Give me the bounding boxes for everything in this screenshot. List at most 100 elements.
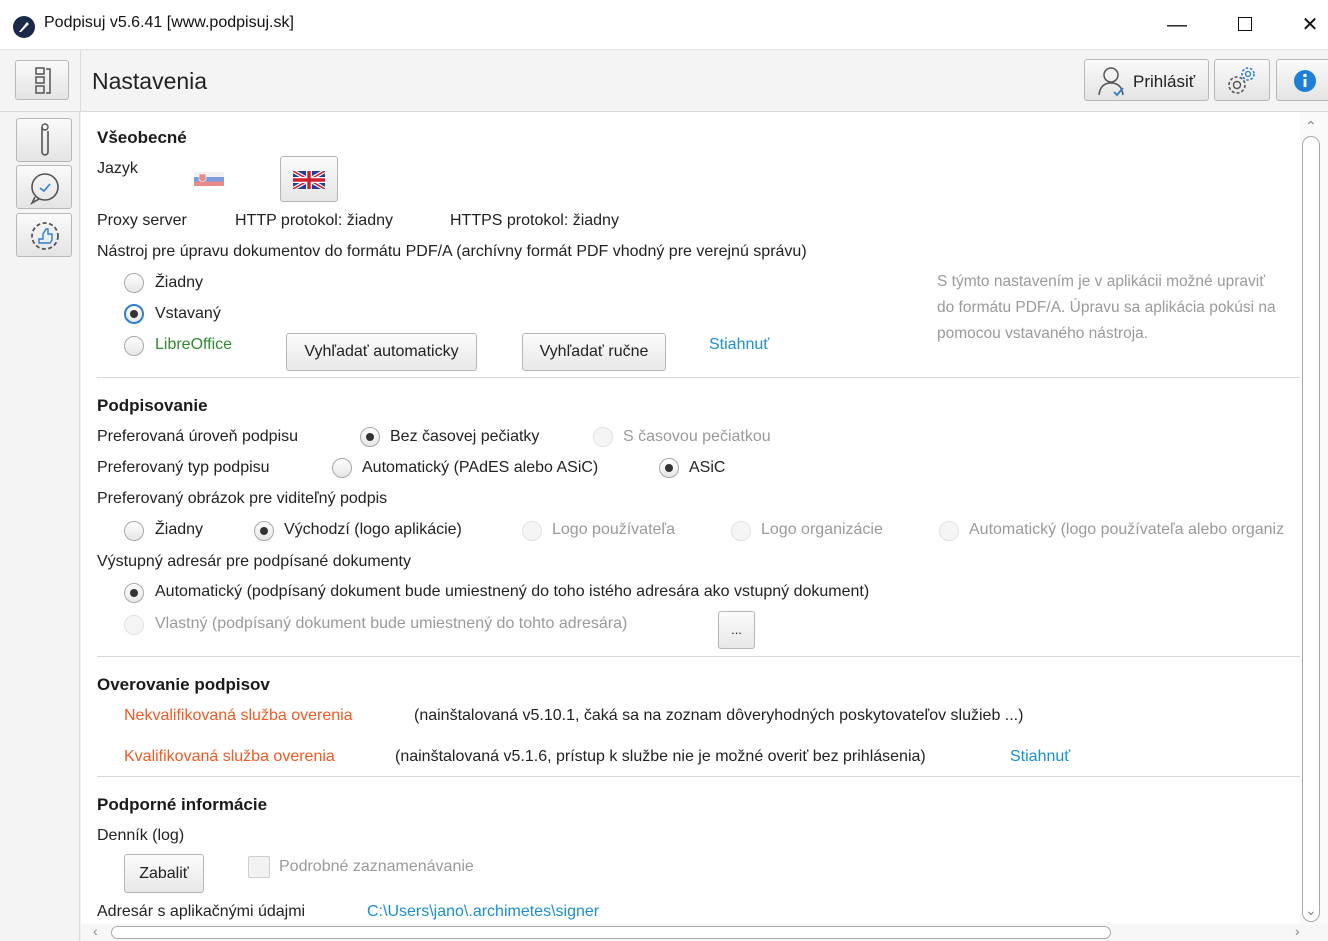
section-verification-heading: Overovanie podpisov bbox=[97, 675, 270, 694]
minimize-button[interactable]: — bbox=[1157, 10, 1197, 40]
info-icon bbox=[1294, 70, 1316, 92]
maximize-icon bbox=[1238, 17, 1252, 31]
image-auto-label: Automatický (logo používateľa alebo orga… bbox=[969, 521, 1285, 538]
settings-button[interactable] bbox=[1214, 59, 1270, 101]
maximize-button[interactable] bbox=[1225, 10, 1265, 40]
output-dir-label: Výstupný adresár pre podpísané dokumenty bbox=[97, 553, 411, 570]
scroll-left-icon[interactable]: ‹ bbox=[93, 923, 98, 939]
sidebar-toggle-button[interactable] bbox=[15, 60, 69, 100]
http-proxy-value: HTTP protokol: žiadny bbox=[235, 212, 393, 229]
language-label: Jazyk bbox=[97, 160, 138, 177]
close-button[interactable]: ✕ bbox=[1290, 10, 1328, 40]
image-none-label: Žiadny bbox=[155, 521, 204, 538]
title-bar: Podpisuj v5.6.41 [www.podpisuj.sk] — ✕ bbox=[0, 0, 1328, 50]
image-user-logo-label: Logo používateľa bbox=[552, 521, 675, 538]
sidebar-item-sign[interactable] bbox=[16, 118, 72, 162]
image-none-radio[interactable] bbox=[124, 521, 144, 541]
find-manually-button[interactable]: Vyhľadať ručne bbox=[522, 333, 666, 371]
output-custom-label: Vlastný (podpísaný dokument bude umiestn… bbox=[155, 615, 628, 632]
app-logo-icon bbox=[13, 16, 35, 38]
pdfa-none-label: Žiadny bbox=[155, 274, 204, 291]
log-label: Denník (log) bbox=[97, 827, 185, 844]
info-button[interactable] bbox=[1276, 59, 1328, 101]
pdfa-help-text: S týmto nastavením je v aplikácii možné … bbox=[937, 269, 1276, 347]
unqualified-service-name: Nekvalifikovaná služba overenia bbox=[124, 707, 353, 724]
level-timestamp-radio[interactable] bbox=[593, 427, 613, 447]
vertical-scroll-thumb[interactable] bbox=[1302, 136, 1320, 922]
pdfa-libreoffice-label: LibreOffice bbox=[155, 336, 233, 353]
level-no-timestamp-label: Bez časovej pečiatky bbox=[390, 428, 540, 445]
sidebar bbox=[0, 112, 80, 941]
image-org-logo-label: Logo organizácie bbox=[761, 521, 883, 538]
output-automatic-label: Automatický (podpísaný dokument bude umi… bbox=[155, 583, 870, 600]
slovak-flag-icon bbox=[194, 172, 224, 186]
scroll-right-icon[interactable]: › bbox=[1295, 923, 1300, 939]
language-english-button[interactable] bbox=[280, 156, 338, 202]
browse-output-dir-button[interactable]: ... bbox=[718, 611, 755, 649]
output-automatic-radio[interactable] bbox=[124, 583, 144, 603]
signature-type-label: Preferovaný typ podpisu bbox=[97, 459, 270, 476]
level-timestamp-label: S časovou pečiatkou bbox=[623, 428, 771, 445]
toolbar-separator bbox=[80, 50, 81, 112]
gear-thumbs-icon bbox=[31, 222, 59, 250]
language-slovak-button[interactable] bbox=[180, 156, 238, 202]
libreoffice-download-link[interactable]: Stiahnuť bbox=[709, 336, 769, 354]
paperclip-icon bbox=[41, 123, 49, 156]
pdfa-help-line: pomocou vstavaného nástroja. bbox=[937, 325, 1149, 342]
gears-icon bbox=[1228, 67, 1255, 94]
image-org-logo-radio[interactable] bbox=[731, 521, 751, 541]
window-title: Podpisuj v5.6.41 [www.podpisuj.sk] bbox=[44, 14, 294, 31]
signature-image-label: Preferovaný obrázok pre viditeľný podpis bbox=[97, 490, 388, 507]
page-title: Nastavenia bbox=[92, 68, 208, 94]
find-automatically-button[interactable]: Vyhľadať automaticky bbox=[286, 333, 477, 371]
app-data-dir-label: Adresár s aplikačnými údajmi bbox=[97, 903, 306, 920]
type-asic-radio[interactable] bbox=[659, 458, 679, 478]
signature-level-label: Preferovaná úroveň podpisu bbox=[97, 428, 299, 445]
settings-panel: Všeobecné Jazyk Proxy server HTTP protok… bbox=[81, 112, 1328, 941]
proxy-label: Proxy server bbox=[97, 212, 187, 229]
horizontal-scrollbar[interactable]: ‹ › bbox=[81, 923, 1328, 941]
pdfa-help-line: S týmto nastavením je v aplikácii možné … bbox=[937, 273, 1266, 290]
pdfa-builtin-radio[interactable] bbox=[124, 304, 144, 324]
sidebar-item-settings[interactable] bbox=[16, 213, 72, 257]
qualified-service-name: Kvalifikovaná služba overenia bbox=[124, 748, 335, 765]
output-custom-radio[interactable] bbox=[124, 615, 144, 635]
type-automatic-radio[interactable] bbox=[332, 458, 352, 478]
user-icon bbox=[1098, 67, 1124, 97]
section-support-heading: Podporné informácie bbox=[97, 795, 268, 814]
scroll-down-icon[interactable]: ⌄ bbox=[1305, 902, 1317, 919]
sidebar-item-verify[interactable] bbox=[16, 165, 72, 209]
level-no-timestamp-radio[interactable] bbox=[360, 427, 380, 447]
pdfa-libreoffice-radio[interactable] bbox=[124, 336, 144, 356]
unqualified-service-status: (nainštalovaná v5.10.1, čaká sa na zozna… bbox=[414, 707, 1024, 724]
section-divider bbox=[97, 776, 1301, 777]
scroll-up-icon[interactable]: ⌃ bbox=[1305, 118, 1317, 135]
verbose-logging-label: Podrobné zaznamenávanie bbox=[279, 858, 474, 875]
login-button[interactable]: Prihlásiť bbox=[1084, 59, 1209, 101]
image-default-label: Východzí (logo aplikácie) bbox=[284, 521, 462, 538]
pdfa-none-radio[interactable] bbox=[124, 273, 144, 293]
chat-check-icon bbox=[30, 173, 59, 206]
image-user-logo-radio[interactable] bbox=[522, 521, 542, 541]
toolbar: Nastavenia Prihlásiť bbox=[0, 50, 1328, 112]
image-auto-radio[interactable] bbox=[939, 521, 959, 541]
app-data-dir-link[interactable]: C:\Users\jano\.archimetes\signer bbox=[367, 903, 599, 921]
sidebar-toggle-icon bbox=[35, 67, 51, 94]
type-automatic-label: Automatický (PAdES alebo ASiC) bbox=[362, 459, 599, 476]
section-divider bbox=[97, 377, 1301, 378]
https-proxy-value: HTTPS protokol: žiadny bbox=[450, 212, 619, 229]
image-default-radio[interactable] bbox=[254, 521, 274, 541]
login-label: Prihlásiť bbox=[1133, 72, 1196, 91]
pdfa-tool-label: Nástroj pre úpravu dokumentov do formátu… bbox=[97, 243, 807, 260]
pdfa-help-line: do formátu PDF/A. Úpravu sa aplikácia po… bbox=[937, 299, 1276, 316]
qualified-service-status: (nainštalovaná v5.1.6, prístup k službe … bbox=[395, 748, 926, 765]
horizontal-scroll-thumb[interactable] bbox=[111, 926, 1111, 939]
qualified-download-link[interactable]: Stiahnuť bbox=[1010, 748, 1070, 766]
verbose-logging-checkbox[interactable] bbox=[248, 856, 270, 878]
type-asic-label: ASiC bbox=[689, 459, 726, 476]
pack-log-button[interactable]: Zabaliť bbox=[124, 854, 204, 893]
vertical-scrollbar[interactable]: ⌃ ⌄ bbox=[1300, 112, 1328, 924]
section-general-heading: Všeobecné bbox=[97, 128, 187, 147]
section-divider bbox=[97, 656, 1301, 657]
pdfa-builtin-label: Vstavaný bbox=[155, 305, 221, 322]
